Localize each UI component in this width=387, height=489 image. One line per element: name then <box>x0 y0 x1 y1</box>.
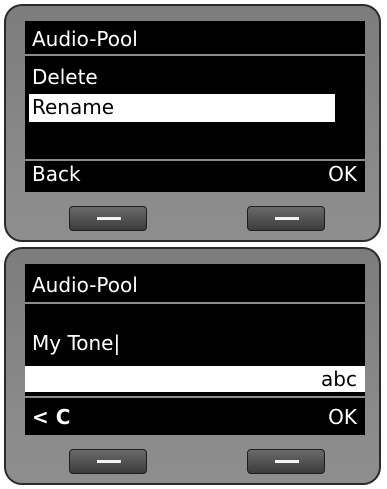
title-divider <box>25 54 365 56</box>
menu-item-rename[interactable]: Rename <box>29 94 335 122</box>
name-input-field[interactable]: My Tone| <box>25 329 365 357</box>
screen-title: Audio-Pool <box>32 273 138 297</box>
menu-item-rename-label: Rename <box>32 95 115 119</box>
minus-bar-icon <box>275 217 299 220</box>
menu-item-delete[interactable]: Delete <box>25 63 365 91</box>
handset-top: Audio-Pool Delete Rename Back OK <box>4 4 381 242</box>
right-softkey-button[interactable] <box>247 449 325 474</box>
softkey-clear-label[interactable]: < C <box>32 404 70 430</box>
minus-bar-icon <box>275 460 299 463</box>
handset-bottom: Audio-Pool My Tone| abc < C OK <box>4 247 381 485</box>
display-edit: Audio-Pool My Tone| abc < C OK <box>25 264 365 435</box>
left-softkey-button[interactable] <box>69 206 147 231</box>
input-mode-bar: abc <box>25 366 365 392</box>
text-cursor: | <box>113 331 121 355</box>
right-softkey-button[interactable] <box>247 206 325 231</box>
input-value: My Tone <box>32 331 114 355</box>
softkey-ok-label[interactable]: OK <box>328 404 357 430</box>
display-menu: Audio-Pool Delete Rename Back OK <box>25 21 365 192</box>
title-divider <box>25 302 365 304</box>
input-mode-indicator: abc <box>321 367 357 391</box>
screen-title: Audio-Pool <box>32 27 138 51</box>
left-softkey-button[interactable] <box>69 449 147 474</box>
minus-bar-icon <box>97 460 121 463</box>
softkey-back-label[interactable]: Back <box>32 161 81 187</box>
minus-bar-icon <box>97 217 121 220</box>
softkey-ok-label[interactable]: OK <box>328 161 357 187</box>
softkey-divider <box>25 396 365 398</box>
